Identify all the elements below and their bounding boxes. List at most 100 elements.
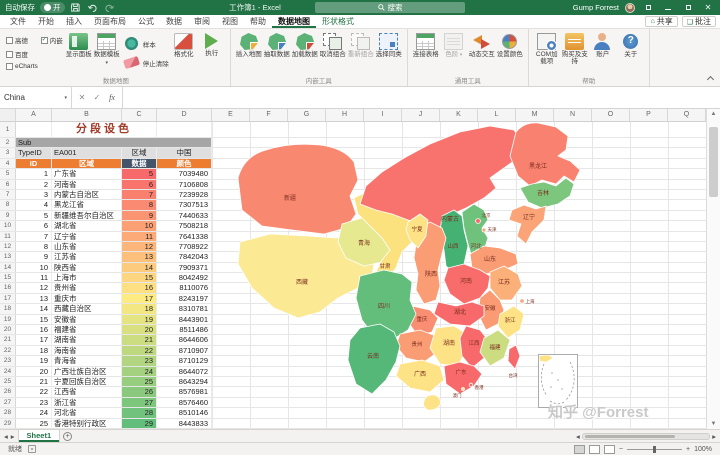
province-北京[interactable] bbox=[476, 219, 481, 224]
new-sheet-icon[interactable]: + bbox=[63, 432, 72, 441]
row-header-8[interactable]: 8 bbox=[0, 200, 16, 209]
search-box[interactable]: 搜索 bbox=[315, 2, 465, 13]
cell-color-value[interactable]: 8576981 bbox=[157, 387, 212, 396]
tab-审阅[interactable]: 审阅 bbox=[188, 15, 216, 28]
cell-region[interactable]: 辽宁省 bbox=[52, 232, 122, 241]
cell-value[interactable]: 15 bbox=[122, 273, 157, 282]
cell-id[interactable]: 17 bbox=[16, 335, 52, 344]
page-break-view-icon[interactable] bbox=[604, 445, 615, 454]
cell-D1[interactable] bbox=[157, 122, 212, 137]
province-新疆[interactable] bbox=[238, 144, 358, 234]
row-header-25[interactable]: 25 bbox=[0, 377, 16, 386]
column-header-Q[interactable]: Q bbox=[668, 109, 706, 121]
table-header-ID[interactable]: ID bbox=[16, 159, 52, 168]
cell-region[interactable]: 江苏省 bbox=[52, 252, 122, 261]
cell-color-value[interactable]: 8511486 bbox=[157, 325, 212, 334]
row-header-16[interactable]: 16 bbox=[0, 283, 16, 292]
cell-value[interactable]: 8 bbox=[122, 200, 157, 209]
row-header-27[interactable]: 27 bbox=[0, 398, 16, 407]
tab-插入[interactable]: 插入 bbox=[60, 15, 88, 28]
province-澳门[interactable] bbox=[462, 388, 465, 391]
table-header-颜色[interactable]: 颜色 bbox=[157, 159, 212, 168]
tab-数据地图[interactable]: 数据地图 bbox=[272, 15, 316, 28]
cell-value[interactable]: 24 bbox=[122, 367, 157, 376]
cell-value[interactable]: 21 bbox=[122, 335, 157, 344]
tab-开始[interactable]: 开始 bbox=[32, 15, 60, 28]
ribbon-button-连接表格[interactable]: 连接表格 bbox=[412, 32, 440, 58]
column-header-C[interactable]: C bbox=[122, 109, 157, 121]
zoom-slider-thumb[interactable] bbox=[653, 446, 656, 453]
column-header-A[interactable]: A bbox=[16, 109, 52, 121]
cell-value[interactable]: 9 bbox=[122, 211, 157, 220]
meta-cell-3[interactable]: 中国 bbox=[157, 148, 212, 157]
cell-value[interactable]: 18 bbox=[122, 304, 157, 313]
cell-color-value[interactable]: 7842043 bbox=[157, 252, 212, 261]
name-box[interactable]: China ▾ bbox=[0, 87, 72, 108]
cell-color-value[interactable]: 8576460 bbox=[157, 398, 212, 407]
cell-region[interactable]: 海南省 bbox=[52, 346, 122, 355]
row-header-28[interactable]: 28 bbox=[0, 408, 16, 417]
row-header-12[interactable]: 12 bbox=[0, 242, 16, 251]
row-header-15[interactable]: 15 bbox=[0, 273, 16, 282]
cell-value[interactable]: 25 bbox=[122, 377, 157, 386]
cell-id[interactable]: 25 bbox=[16, 419, 52, 428]
cell-region[interactable]: 香港特别行政区 bbox=[52, 419, 122, 428]
tab-文件[interactable]: 文件 bbox=[4, 15, 32, 28]
cell-region[interactable]: 河南省 bbox=[52, 180, 122, 189]
ribbon-button-选择同类[interactable]: 选择同类 bbox=[375, 32, 403, 58]
table-header-区域[interactable]: 区域 bbox=[52, 159, 122, 168]
row-header-21[interactable]: 21 bbox=[0, 335, 16, 344]
horizontal-scroll-thumb[interactable] bbox=[585, 435, 675, 438]
cell-id[interactable]: 10 bbox=[16, 263, 52, 272]
cell-region[interactable]: 青海省 bbox=[52, 356, 122, 365]
cell-region[interactable]: 宁夏回族自治区 bbox=[52, 377, 122, 386]
cell-value[interactable]: 22 bbox=[122, 346, 157, 355]
name-box-dropdown-icon[interactable]: ▾ bbox=[64, 95, 67, 101]
hscroll-left-icon[interactable]: ◂ bbox=[576, 432, 580, 441]
cell-value[interactable]: 19 bbox=[122, 315, 157, 324]
collapse-ribbon-icon[interactable] bbox=[707, 76, 714, 83]
row-header-23[interactable]: 23 bbox=[0, 356, 16, 365]
cell-region[interactable]: 内蒙古自治区 bbox=[52, 190, 122, 199]
cell-id[interactable]: 7 bbox=[16, 232, 52, 241]
cell-color-value[interactable]: 8643294 bbox=[157, 377, 212, 386]
tab-数据[interactable]: 数据 bbox=[160, 15, 188, 28]
row-header-18[interactable]: 18 bbox=[0, 304, 16, 313]
row-header-2[interactable]: 2 bbox=[0, 138, 16, 147]
cell-color-value[interactable]: 7909371 bbox=[157, 263, 212, 272]
ribbon-button-执行[interactable]: 执行 bbox=[198, 32, 226, 57]
cell-id[interactable]: 23 bbox=[16, 398, 52, 407]
cell-id[interactable]: 2 bbox=[16, 180, 52, 189]
province-辽宁[interactable] bbox=[509, 205, 546, 244]
province-海南[interactable] bbox=[424, 395, 441, 410]
cell-value[interactable]: 16 bbox=[122, 283, 157, 292]
checkbox-内嵌[interactable]: ✓内嵌 bbox=[41, 35, 63, 45]
row-header-20[interactable]: 20 bbox=[0, 325, 16, 334]
row-header-14[interactable]: 14 bbox=[0, 263, 16, 272]
zoom-in-icon[interactable]: + bbox=[686, 446, 690, 453]
cell-region[interactable]: 山东省 bbox=[52, 242, 122, 251]
ribbon-button-停止清除[interactable]: 停止清除 bbox=[122, 54, 169, 71]
cell-id[interactable]: 13 bbox=[16, 294, 52, 303]
cell-id[interactable]: 11 bbox=[16, 273, 52, 282]
province-天津[interactable] bbox=[482, 228, 486, 232]
cell-A1[interactable] bbox=[16, 122, 52, 137]
tab-公式[interactable]: 公式 bbox=[132, 15, 160, 28]
cell-region[interactable]: 安徽省 bbox=[52, 315, 122, 324]
ribbon-button-关于[interactable]: 关于 bbox=[617, 32, 645, 58]
scroll-down-icon[interactable]: ▼ bbox=[707, 419, 720, 429]
cell-value[interactable]: 11 bbox=[122, 232, 157, 241]
cell-region[interactable]: 新疆维吾尔自治区 bbox=[52, 211, 122, 220]
accessibility-icon[interactable] bbox=[28, 445, 36, 453]
save-icon[interactable] bbox=[70, 2, 82, 13]
row-header-13[interactable]: 13 bbox=[0, 252, 16, 261]
row-header-17[interactable]: 17 bbox=[0, 294, 16, 303]
column-header-B[interactable]: B bbox=[52, 109, 122, 121]
cell-value[interactable]: 5 bbox=[122, 169, 157, 178]
row-header-24[interactable]: 24 bbox=[0, 367, 16, 376]
cell-region[interactable]: 福建省 bbox=[52, 325, 122, 334]
row-header-22[interactable]: 22 bbox=[0, 346, 16, 355]
cell-region[interactable]: 湖南省 bbox=[52, 335, 122, 344]
cell-region[interactable]: 广西壮族自治区 bbox=[52, 367, 122, 376]
cell-value[interactable]: 7 bbox=[122, 190, 157, 199]
